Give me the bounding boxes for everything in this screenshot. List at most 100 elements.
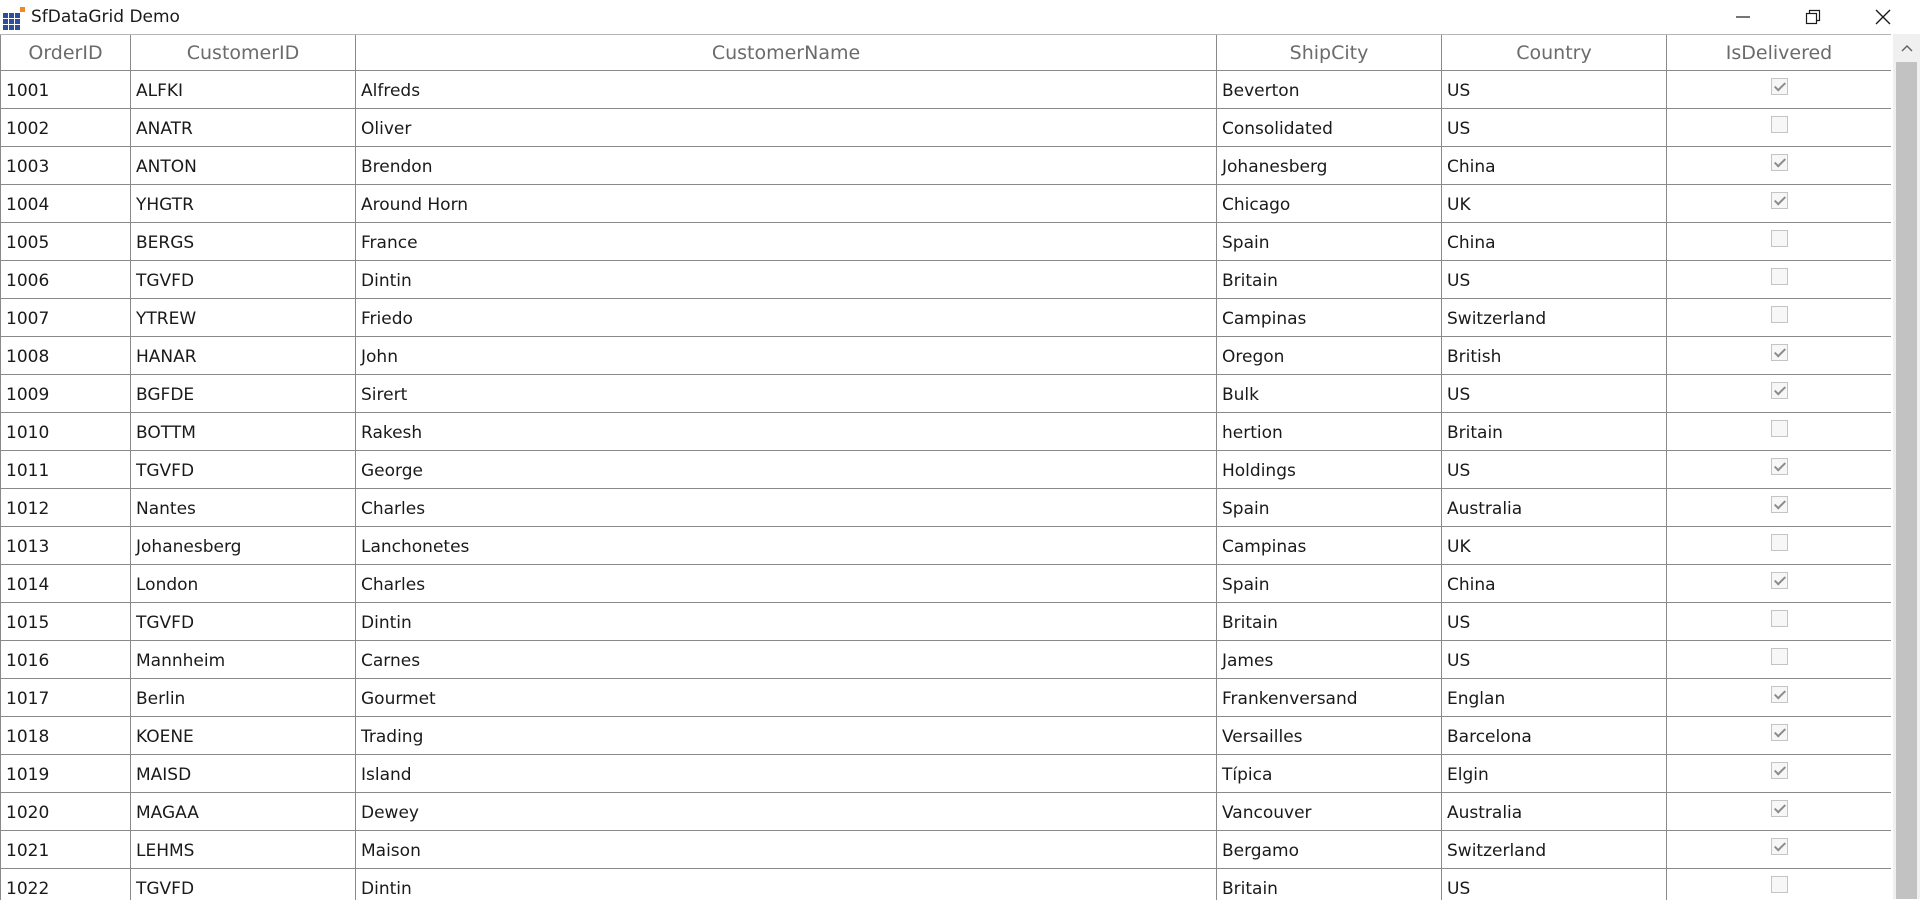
checkbox-icon[interactable] bbox=[1771, 306, 1788, 323]
cell-customerid[interactable]: BOTTM bbox=[131, 413, 356, 451]
cell-orderid[interactable]: 1015 bbox=[1, 603, 131, 641]
cell-shipcity[interactable]: Holdings bbox=[1217, 451, 1442, 489]
table-row[interactable]: 1018KOENETradingVersaillesBarcelona bbox=[1, 717, 1892, 755]
cell-orderid[interactable]: 1012 bbox=[1, 489, 131, 527]
cell-country[interactable]: Australia bbox=[1442, 489, 1667, 527]
table-row[interactable]: 1008HANARJohnOregonBritish bbox=[1, 337, 1892, 375]
cell-orderid[interactable]: 1017 bbox=[1, 679, 131, 717]
cell-shipcity[interactable]: Bulk bbox=[1217, 375, 1442, 413]
cell-customerid[interactable]: MAGAA bbox=[131, 793, 356, 831]
cell-customerid[interactable]: HANAR bbox=[131, 337, 356, 375]
column-header-customername[interactable]: CustomerName bbox=[356, 35, 1217, 71]
cell-shipcity[interactable]: Campinas bbox=[1217, 527, 1442, 565]
cell-country[interactable]: Australia bbox=[1442, 793, 1667, 831]
table-row[interactable]: 1019MAISDIslandTípicaElgin bbox=[1, 755, 1892, 793]
cell-customername[interactable]: Charles bbox=[356, 489, 1217, 527]
checkbox-icon[interactable] bbox=[1771, 572, 1788, 589]
checkbox-icon[interactable] bbox=[1771, 724, 1788, 741]
checkbox-icon[interactable] bbox=[1771, 876, 1788, 893]
cell-isdelivered[interactable] bbox=[1667, 717, 1892, 755]
cell-country[interactable]: UK bbox=[1442, 185, 1667, 223]
cell-customerid[interactable]: Johanesberg bbox=[131, 527, 356, 565]
cell-orderid[interactable]: 1007 bbox=[1, 299, 131, 337]
cell-customerid[interactable]: BGFDE bbox=[131, 375, 356, 413]
cell-country[interactable]: Englan bbox=[1442, 679, 1667, 717]
cell-shipcity[interactable]: hertion bbox=[1217, 413, 1442, 451]
cell-shipcity[interactable]: Beverton bbox=[1217, 71, 1442, 109]
cell-isdelivered[interactable] bbox=[1667, 489, 1892, 527]
cell-shipcity[interactable]: James bbox=[1217, 641, 1442, 679]
cell-country[interactable]: China bbox=[1442, 147, 1667, 185]
cell-shipcity[interactable]: Campinas bbox=[1217, 299, 1442, 337]
vertical-scrollbar[interactable] bbox=[1893, 34, 1920, 899]
cell-customername[interactable]: Oliver bbox=[356, 109, 1217, 147]
cell-customername[interactable]: France bbox=[356, 223, 1217, 261]
cell-shipcity[interactable]: Johanesberg bbox=[1217, 147, 1442, 185]
checkbox-icon[interactable] bbox=[1771, 230, 1788, 247]
cell-isdelivered[interactable] bbox=[1667, 679, 1892, 717]
table-row[interactable]: 1015TGVFDDintinBritainUS bbox=[1, 603, 1892, 641]
cell-orderid[interactable]: 1005 bbox=[1, 223, 131, 261]
scroll-thumb[interactable] bbox=[1896, 62, 1917, 899]
cell-customerid[interactable]: TGVFD bbox=[131, 869, 356, 900]
cell-customerid[interactable]: ANTON bbox=[131, 147, 356, 185]
cell-customername[interactable]: Trading bbox=[356, 717, 1217, 755]
cell-country[interactable]: British bbox=[1442, 337, 1667, 375]
cell-isdelivered[interactable] bbox=[1667, 299, 1892, 337]
cell-customerid[interactable]: Nantes bbox=[131, 489, 356, 527]
table-row[interactable]: 1007YTREWFriedoCampinasSwitzerland bbox=[1, 299, 1892, 337]
checkbox-icon[interactable] bbox=[1771, 838, 1788, 855]
cell-customername[interactable]: Maison bbox=[356, 831, 1217, 869]
cell-shipcity[interactable]: Britain bbox=[1217, 261, 1442, 299]
cell-customername[interactable]: Carnes bbox=[356, 641, 1217, 679]
cell-country[interactable]: US bbox=[1442, 375, 1667, 413]
cell-customername[interactable]: Dewey bbox=[356, 793, 1217, 831]
checkbox-icon[interactable] bbox=[1771, 382, 1788, 399]
cell-country[interactable]: Barcelona bbox=[1442, 717, 1667, 755]
cell-orderid[interactable]: 1006 bbox=[1, 261, 131, 299]
table-row[interactable]: 1002ANATROliverConsolidatedUS bbox=[1, 109, 1892, 147]
cell-orderid[interactable]: 1016 bbox=[1, 641, 131, 679]
cell-customerid[interactable]: LEHMS bbox=[131, 831, 356, 869]
table-row[interactable]: 1006TGVFDDintinBritainUS bbox=[1, 261, 1892, 299]
cell-isdelivered[interactable] bbox=[1667, 831, 1892, 869]
table-row[interactable]: 1011TGVFDGeorgeHoldingsUS bbox=[1, 451, 1892, 489]
cell-customername[interactable]: Dintin bbox=[356, 603, 1217, 641]
checkbox-icon[interactable] bbox=[1771, 534, 1788, 551]
cell-isdelivered[interactable] bbox=[1667, 147, 1892, 185]
table-row[interactable]: 1009BGFDESirertBulkUS bbox=[1, 375, 1892, 413]
cell-customerid[interactable]: YHGTR bbox=[131, 185, 356, 223]
cell-country[interactable]: China bbox=[1442, 223, 1667, 261]
cell-shipcity[interactable]: Britain bbox=[1217, 603, 1442, 641]
cell-isdelivered[interactable] bbox=[1667, 71, 1892, 109]
checkbox-icon[interactable] bbox=[1771, 78, 1788, 95]
table-row[interactable]: 1003ANTONBrendonJohanesbergChina bbox=[1, 147, 1892, 185]
cell-country[interactable]: US bbox=[1442, 109, 1667, 147]
cell-isdelivered[interactable] bbox=[1667, 375, 1892, 413]
cell-orderid[interactable]: 1010 bbox=[1, 413, 131, 451]
table-row[interactable]: 1013JohanesbergLanchonetesCampinasUK bbox=[1, 527, 1892, 565]
cell-country[interactable]: Switzerland bbox=[1442, 831, 1667, 869]
table-row[interactable]: 1004YHGTRAround HornChicagoUK bbox=[1, 185, 1892, 223]
cell-customername[interactable]: Dintin bbox=[356, 261, 1217, 299]
cell-shipcity[interactable]: Spain bbox=[1217, 489, 1442, 527]
restore-button[interactable] bbox=[1790, 0, 1836, 34]
cell-orderid[interactable]: 1018 bbox=[1, 717, 131, 755]
column-header-orderid[interactable]: OrderID bbox=[1, 35, 131, 71]
cell-shipcity[interactable]: Spain bbox=[1217, 223, 1442, 261]
cell-customername[interactable]: Friedo bbox=[356, 299, 1217, 337]
cell-isdelivered[interactable] bbox=[1667, 413, 1892, 451]
column-header-shipcity[interactable]: ShipCity bbox=[1217, 35, 1442, 71]
cell-isdelivered[interactable] bbox=[1667, 527, 1892, 565]
cell-shipcity[interactable]: Frankenversand bbox=[1217, 679, 1442, 717]
cell-customername[interactable]: John bbox=[356, 337, 1217, 375]
cell-customername[interactable]: Brendon bbox=[356, 147, 1217, 185]
cell-customername[interactable]: George bbox=[356, 451, 1217, 489]
checkbox-icon[interactable] bbox=[1771, 458, 1788, 475]
cell-customerid[interactable]: London bbox=[131, 565, 356, 603]
checkbox-icon[interactable] bbox=[1771, 116, 1788, 133]
cell-shipcity[interactable]: Britain bbox=[1217, 869, 1442, 900]
cell-customername[interactable]: Rakesh bbox=[356, 413, 1217, 451]
data-grid[interactable]: OrderIDCustomerIDCustomerNameShipCityCou… bbox=[0, 34, 1891, 900]
column-header-customerid[interactable]: CustomerID bbox=[131, 35, 356, 71]
